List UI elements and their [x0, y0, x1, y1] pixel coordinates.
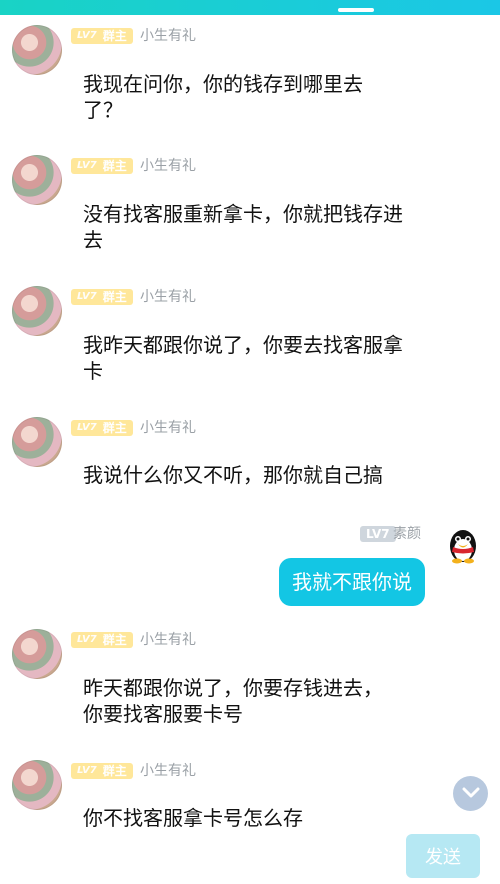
admin-badge: 群主	[102, 421, 127, 435]
admin-badge: 群主	[102, 29, 127, 43]
sender-name: 小生有礼	[140, 28, 196, 44]
avatar[interactable]	[12, 25, 62, 75]
avatar[interactable]	[12, 286, 62, 336]
level-badge: LV7	[360, 526, 396, 542]
admin-badge: 群主	[102, 290, 127, 304]
top-status-bar	[0, 0, 500, 15]
status-badge: LV7 群主	[71, 289, 133, 305]
level-badge: LV7	[77, 422, 97, 433]
level-badge: LV7	[77, 634, 97, 645]
admin-badge: 群主	[102, 159, 127, 173]
message-text: 我昨天都跟你说了，你要去找客服拿卡	[83, 333, 403, 383]
admin-badge: 群主	[102, 764, 127, 778]
level-badge: LV7	[77, 30, 97, 41]
sender-name: 小生有礼	[140, 158, 196, 174]
message-text: 没有找客服重新拿卡，你就把钱存进去	[83, 202, 403, 252]
message-text: 我说什么你又不听，那你就自己搞	[83, 463, 383, 487]
self-message-bubble[interactable]: 我就不跟你说	[279, 558, 425, 606]
scroll-to-bottom-button[interactable]	[453, 776, 488, 811]
sender-name: 小生有礼	[140, 632, 196, 648]
sender-name: 小生有礼	[140, 420, 196, 436]
status-badge: LV7 群主	[71, 420, 133, 436]
avatar[interactable]	[12, 155, 62, 205]
sender-name: 小生有礼	[140, 763, 196, 779]
status-badge: LV7 群主	[71, 763, 133, 779]
sender-name: 小生有礼	[140, 289, 196, 305]
level-badge: LV7	[77, 160, 97, 171]
avatar[interactable]	[12, 417, 62, 467]
message-text: 昨天都跟你说了，你要存钱进去，你要找客服要卡号	[83, 676, 383, 726]
status-badge: LV7 群主	[71, 28, 133, 44]
drag-handle[interactable]	[338, 8, 374, 12]
status-badge: LV7 群主	[71, 158, 133, 174]
message-text: 你不找客服拿卡号怎么存	[83, 806, 303, 830]
send-button[interactable]: 发送	[406, 834, 480, 878]
avatar[interactable]	[12, 760, 62, 810]
level-badge: LV7	[77, 291, 97, 302]
sender-name: 素颜	[393, 526, 421, 542]
level-badge: LV7	[77, 765, 97, 776]
avatar[interactable]	[12, 629, 62, 679]
status-badge: LV7 群主	[71, 632, 133, 648]
message-text: 我现在问你，你的钱存到哪里去了？	[83, 72, 363, 122]
chevron-down-icon	[462, 784, 480, 803]
admin-badge: 群主	[102, 633, 127, 647]
qq-penguin-icon[interactable]	[446, 527, 480, 565]
